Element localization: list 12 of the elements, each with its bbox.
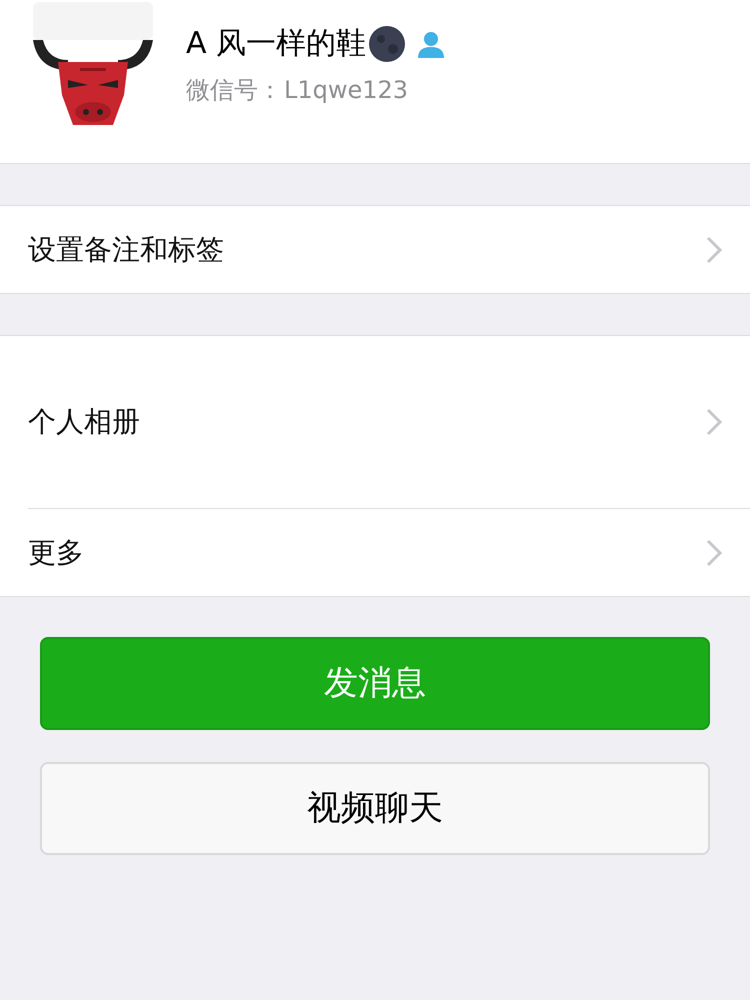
person-icon: [416, 30, 446, 58]
list-item[interactable]: 个人相册: [0, 336, 750, 508]
chevron-icon: [706, 408, 722, 436]
list-item[interactable]: 更多: [0, 509, 750, 596]
chevron-icon: [706, 538, 722, 566]
wechat-id-label: 微信号：: [186, 75, 282, 106]
profile-name: A 风一样的鞋: [186, 25, 366, 63]
video-chat-button[interactable]: 视频聊天: [40, 762, 710, 855]
moon-icon: [368, 25, 406, 63]
wechat-id: L1qwe123: [284, 75, 408, 106]
list-item[interactable]: 设置备注和标签: [0, 206, 750, 293]
chevron-icon: [706, 236, 722, 264]
